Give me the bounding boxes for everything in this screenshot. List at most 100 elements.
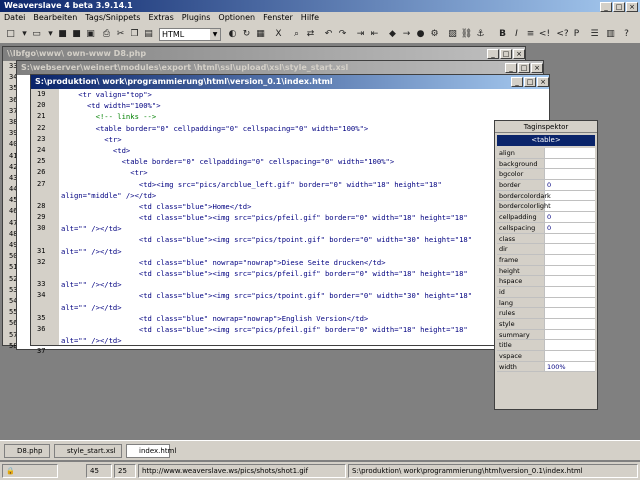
menu-plugins[interactable]: Plugins	[182, 13, 211, 22]
cut-icon[interactable]: ✂	[114, 28, 127, 41]
open-folder-icon[interactable]: ▭	[30, 28, 43, 41]
close-file-icon[interactable]: ▣	[84, 28, 97, 41]
code-line[interactable]: alt="" /></td>	[61, 246, 549, 257]
refresh-icon[interactable]: ↻	[240, 28, 253, 41]
comment-icon[interactable]: <!	[538, 28, 551, 41]
property-row[interactable]: title	[497, 340, 595, 352]
code-line[interactable]: <td class="blue">Home</td>	[61, 201, 549, 212]
goto-icon[interactable]: →	[400, 28, 413, 41]
code-line[interactable]: <tr>	[61, 134, 549, 145]
code-line[interactable]: align="middle" /></td>	[61, 190, 549, 201]
tab-style-start-xsl[interactable]: style_start.xsl	[54, 444, 122, 458]
paste-icon[interactable]: ▤	[142, 28, 155, 41]
maximize-button[interactable]: □	[524, 77, 536, 87]
menu-hilfe[interactable]: Hilfe	[301, 13, 319, 22]
help-icon[interactable]: ?	[620, 28, 633, 41]
code-line[interactable]: alt="" /></td>	[61, 335, 549, 345]
print-icon[interactable]: ⎙	[100, 28, 113, 41]
property-value[interactable]	[545, 287, 595, 297]
maximize-button[interactable]: □	[613, 2, 625, 12]
property-row[interactable]: style	[497, 319, 595, 330]
tab-index-html[interactable]: index.html	[126, 444, 176, 458]
menu-datei[interactable]: Datei	[4, 13, 25, 22]
property-value[interactable]: 0	[545, 212, 595, 222]
property-row[interactable]: id	[497, 286, 595, 298]
code-line[interactable]: <td class="blue"><img src="pics/tpoint.g…	[61, 234, 549, 245]
property-row[interactable]: cellspacing 0	[497, 222, 595, 234]
image-icon[interactable]: ▨	[446, 28, 459, 41]
property-value[interactable]	[545, 340, 595, 350]
code-line[interactable]: <td>	[61, 145, 549, 156]
property-row[interactable]: dir	[497, 244, 595, 255]
close-button[interactable]: ×	[537, 77, 549, 87]
code-line[interactable]: <td class="blue"><img src="pics/pfeil.gi…	[61, 268, 549, 279]
property-value[interactable]	[545, 201, 595, 211]
maximize-button[interactable]: □	[500, 49, 512, 59]
property-value[interactable]	[545, 159, 595, 169]
copy-icon[interactable]: ❐	[128, 28, 141, 41]
menu-bearbeiten[interactable]: Bearbeiten	[33, 13, 77, 22]
color-icon[interactable]: ●	[414, 28, 427, 41]
code-line[interactable]: <td class="blue"><img src="pics/pfeil.gi…	[61, 324, 549, 335]
property-value[interactable]	[545, 319, 595, 329]
tab-d8-php[interactable]: D8.php	[4, 444, 50, 458]
code-line[interactable]: <td class="blue" nowrap="nowrap">English…	[61, 313, 549, 324]
save-icon[interactable]: ■	[56, 28, 69, 41]
property-row[interactable]: rules	[497, 308, 595, 319]
property-value[interactable]	[545, 169, 595, 179]
code-line[interactable]: <table border="0" cellpadding="0" cellsp…	[61, 156, 549, 167]
property-row[interactable]: width 100%	[497, 361, 595, 373]
property-value[interactable]	[545, 308, 595, 318]
code-line[interactable]: alt="" /></td>	[61, 302, 549, 313]
menu-tags-snippets[interactable]: Tags/Snippets	[85, 13, 140, 22]
preview-icon[interactable]: ◐	[226, 28, 239, 41]
find-icon[interactable]: ⌕	[290, 28, 303, 41]
code-line[interactable]: <td class="blue"><img src="pics/tpoint.g…	[61, 290, 549, 301]
property-row[interactable]: bordercolordark	[497, 190, 595, 202]
outdent-icon[interactable]: ⇤	[368, 28, 381, 41]
property-row[interactable]: bordercolorlight	[497, 201, 595, 213]
menu-optionen[interactable]: Optionen	[218, 13, 255, 22]
property-value[interactable]	[545, 255, 595, 265]
minimize-button[interactable]: _	[600, 2, 612, 12]
code-line[interactable]: alt="" /></td>	[61, 279, 549, 290]
property-value[interactable]	[545, 244, 595, 254]
property-value[interactable]	[545, 276, 595, 286]
tools-icon[interactable]: ⚙	[428, 28, 441, 41]
undo-icon[interactable]: ↶	[322, 28, 335, 41]
indent-icon[interactable]: ⇥	[354, 28, 367, 41]
redo-icon[interactable]: ↷	[336, 28, 349, 41]
close-button[interactable]: ×	[513, 49, 525, 59]
property-row[interactable]: border 0	[497, 180, 595, 191]
code-editor[interactable]: <tr valign="top"> <td width="100%"> <!--…	[61, 89, 549, 345]
property-row[interactable]: class	[497, 233, 595, 245]
xml-icon[interactable]: X	[272, 28, 285, 41]
italic-icon[interactable]: I	[510, 28, 523, 41]
menu-extras[interactable]: Extras	[148, 13, 173, 22]
list-icon[interactable]: ☰	[588, 28, 601, 41]
minimize-button[interactable]: _	[505, 63, 517, 73]
property-row[interactable]: summary	[497, 329, 595, 341]
anchor-icon[interactable]: ⚓	[474, 28, 487, 41]
property-value[interactable]	[545, 298, 595, 308]
editor-window-index[interactable]: S:\produktion\ work\programmierung\html\…	[30, 74, 550, 355]
menu-fenster[interactable]: Fenster	[263, 13, 293, 22]
close-button[interactable]: ×	[531, 63, 543, 73]
inspector-selected-tag[interactable]: <table>	[497, 135, 595, 146]
code-line[interactable]: alt="" /></td>	[61, 223, 549, 234]
property-row[interactable]: hspace	[497, 276, 595, 287]
tag-icon[interactable]: P	[570, 28, 583, 41]
replace-icon[interactable]: ⇄	[304, 28, 317, 41]
save-all-icon[interactable]: ■	[70, 28, 83, 41]
table-icon[interactable]: ▦	[254, 28, 267, 41]
tree-icon[interactable]: ▥	[604, 28, 617, 41]
property-value[interactable]	[545, 266, 595, 276]
property-value[interactable]: 100%	[545, 362, 595, 372]
property-row[interactable]: height	[497, 265, 595, 277]
minimize-button[interactable]: _	[487, 49, 499, 59]
code-line[interactable]: <table border="0" cellpadding="0" cellsp…	[61, 123, 549, 134]
code-line[interactable]: <td><img src="pics/arcblue_left.gif" bor…	[61, 179, 549, 190]
close-button[interactable]: ×	[626, 2, 638, 12]
link-icon[interactable]: ⛓	[460, 28, 473, 41]
property-value[interactable]: 0	[545, 180, 595, 190]
